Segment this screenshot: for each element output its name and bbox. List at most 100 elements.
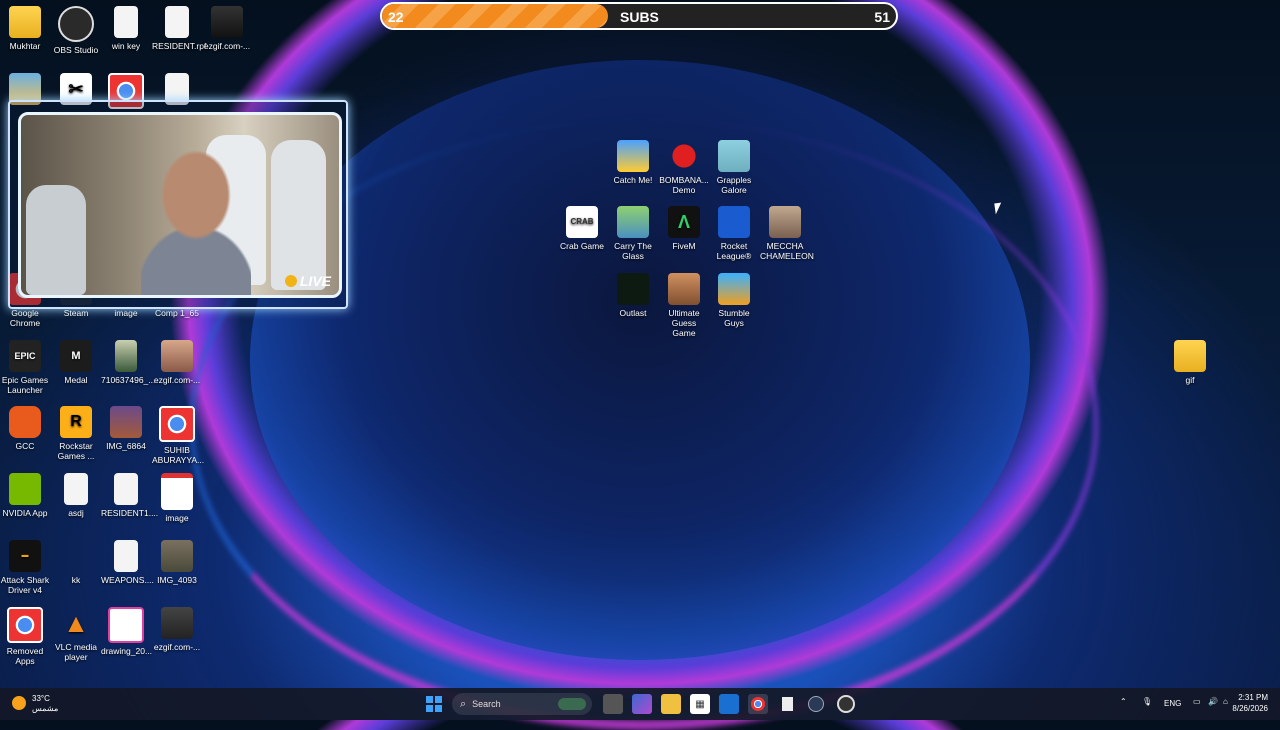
- taskbar-clock[interactable]: 2:31 PM 8/26/2026: [1232, 692, 1268, 714]
- catch-me-icon: [617, 140, 649, 172]
- desktop-icon-ezgif-2[interactable]: ezgif.com-...: [152, 607, 202, 652]
- desktop-icon-img-6864[interactable]: IMG_6864: [101, 406, 151, 451]
- desktop-icon-carry-the-glass[interactable]: Carry The Glass: [608, 206, 658, 261]
- epic-games-icon: EPIC: [9, 340, 41, 372]
- desktop-icon-meccha-chameleon[interactable]: MECCHA CHAMELEON: [760, 206, 814, 261]
- desktop-icon-rockstar[interactable]: R Rockstar Games ...: [51, 406, 101, 461]
- taskbar-search[interactable]: ⌕ Search: [452, 693, 592, 715]
- blank-icon: [60, 540, 92, 572]
- rocket-league-icon: [718, 206, 750, 238]
- task-view-button[interactable]: [603, 694, 623, 714]
- start-button[interactable]: [424, 694, 444, 714]
- windows-logo-icon: [426, 696, 442, 712]
- desktop-icon-crab-game[interactable]: CRAB Crab Game: [557, 206, 607, 251]
- search-placeholder: Search: [472, 699, 501, 709]
- desktop-icon-win-key[interactable]: win key: [101, 6, 151, 51]
- outlast-icon: [617, 273, 649, 305]
- weather-temp: 33°C: [32, 694, 50, 703]
- chrome-shortcut-icon: [7, 607, 43, 643]
- taskbar-file-explorer[interactable]: [661, 694, 681, 714]
- taskbar-store[interactable]: ▦: [690, 694, 710, 714]
- desktop-icon-gif-folder[interactable]: gif: [1165, 340, 1215, 385]
- chrome-shortcut-icon: [159, 406, 195, 442]
- desktop-icon-resident-rpf[interactable]: RESIDENT.rpf: [152, 6, 206, 51]
- desktop-icon-attack-shark[interactable]: ▬ Attack Shark Driver v4: [0, 540, 50, 595]
- sun-icon: [12, 696, 26, 710]
- webcam-feed: LIVE: [18, 112, 342, 298]
- clock-time: 2:31 PM: [1238, 693, 1268, 702]
- nvidia-icon: [9, 473, 41, 505]
- desktop-icon-grapples-galore[interactable]: Grapples Galore: [709, 140, 759, 195]
- language-indicator[interactable]: ENG: [1164, 699, 1181, 708]
- webcam-overlay: LIVE: [8, 100, 348, 309]
- desktop-icon-epic-games[interactable]: EPIC Epic Games Launcher: [0, 340, 50, 395]
- ultimate-guess-game-icon: [668, 273, 700, 305]
- live-dot-icon: [284, 275, 297, 287]
- desktop-icon-stumble-guys[interactable]: Stumble Guys: [709, 273, 759, 328]
- desktop-icon-image-2[interactable]: image: [152, 473, 202, 523]
- desktop-icon-nvidia[interactable]: NVIDIA App: [0, 473, 50, 518]
- desktop-icon-mukhtar[interactable]: Mukhtar: [0, 6, 50, 51]
- microphone-icon[interactable]: 🎙: [1142, 697, 1152, 706]
- desktop-icon-gcc[interactable]: GCC: [0, 406, 50, 451]
- file-icon: [64, 473, 88, 505]
- gif-thumbnail-icon: [211, 6, 243, 38]
- taskbar-chrome[interactable]: [748, 694, 768, 714]
- file-icon: [114, 473, 138, 505]
- desktop-icon-weapons[interactable]: WEAPONS....: [101, 540, 154, 585]
- folder-icon: [9, 6, 41, 38]
- clock-date: 8/26/2026: [1232, 704, 1268, 713]
- search-icon: ⌕: [460, 697, 467, 710]
- taskbar-copilot[interactable]: [632, 694, 652, 714]
- subs-label: SUBS: [620, 9, 659, 25]
- desktop-icon-suhib[interactable]: SUHIB ABURAYYA...: [152, 406, 204, 465]
- background-tank: [26, 185, 86, 295]
- taskbar-notepad[interactable]: [777, 694, 797, 714]
- medal-icon: M: [60, 340, 92, 372]
- photo-thumbnail-icon: [115, 340, 137, 372]
- desktop-icon-ultimate-guess-game[interactable]: Ultimate Guess Game: [659, 273, 709, 338]
- display-icon[interactable]: ▭: [1193, 697, 1201, 706]
- background-tank: [271, 140, 326, 290]
- taskbar-outlook[interactable]: [719, 694, 739, 714]
- network-icon[interactable]: ⌂: [1223, 697, 1228, 706]
- desktop-icon-removed-apps[interactable]: Removed Apps: [0, 607, 50, 666]
- meccha-chameleon-icon: [769, 206, 801, 238]
- taskbar-obs[interactable]: [836, 694, 856, 714]
- desktop-icon-fivem[interactable]: Λ FiveM: [659, 206, 709, 251]
- photo-thumbnail-icon: [161, 540, 193, 572]
- weather-widget[interactable]: 33°C مشمس: [12, 694, 58, 714]
- subs-current: 22: [388, 9, 404, 25]
- attack-shark-icon: ▬: [9, 540, 41, 572]
- gif-thumbnail-icon: [161, 340, 193, 372]
- desktop-icon-drawing[interactable]: drawing_20...: [101, 607, 152, 656]
- desktop-icon-bombana[interactable]: BOMBANA... Demo: [659, 140, 709, 195]
- vlc-cone-icon: ▲: [63, 608, 89, 638]
- desktop-icon-ezgif-1[interactable]: ezgif.com-...: [152, 340, 202, 385]
- desktop-icon-obs[interactable]: OBS Studio: [51, 6, 101, 55]
- crab-game-icon: CRAB: [566, 206, 598, 238]
- desktop-icon-asdj[interactable]: asdj: [51, 473, 101, 518]
- store-icon: ▦: [695, 698, 705, 710]
- weather-desc: مشمس: [32, 704, 59, 713]
- drawing-thumbnail-icon: [108, 607, 144, 643]
- volume-icon[interactable]: 🔊: [1208, 697, 1218, 706]
- taskbar-steam[interactable]: [806, 694, 826, 714]
- tray-overflow-chevron-icon[interactable]: ⌃: [1120, 697, 1127, 706]
- folder-icon: [1174, 340, 1206, 372]
- live-badge: LIVE: [284, 273, 331, 289]
- desktop-icon-outlast[interactable]: Outlast: [608, 273, 658, 318]
- desktop-icon-kk[interactable]: kk: [51, 540, 101, 585]
- desktop-icon-img-4093[interactable]: IMG_4093: [152, 540, 202, 585]
- desktop-icon-ezgif-3[interactable]: ezgif.com-...: [202, 6, 252, 51]
- subs-goal-bar: 22 SUBS 51: [380, 2, 898, 30]
- taskbar: 33°C مشمس ⌕ Search ▦ ⌃ 🎙 ENG ▭ 🔊 ⌂ 2:31 …: [0, 688, 1280, 720]
- stumble-guys-icon: [718, 273, 750, 305]
- desktop-icon-vlc[interactable]: ▲ VLC media player: [51, 607, 101, 662]
- desktop-icon-710637496[interactable]: 710637496_...: [101, 340, 155, 385]
- desktop-icon-resident1[interactable]: RESIDENT1....: [101, 473, 158, 518]
- desktop-icon-catch-me[interactable]: Catch Me!: [608, 140, 658, 185]
- bombana-icon: [668, 140, 700, 172]
- desktop-icon-medal[interactable]: M Medal: [51, 340, 101, 385]
- desktop-icon-rocket-league[interactable]: Rocket League®: [709, 206, 759, 261]
